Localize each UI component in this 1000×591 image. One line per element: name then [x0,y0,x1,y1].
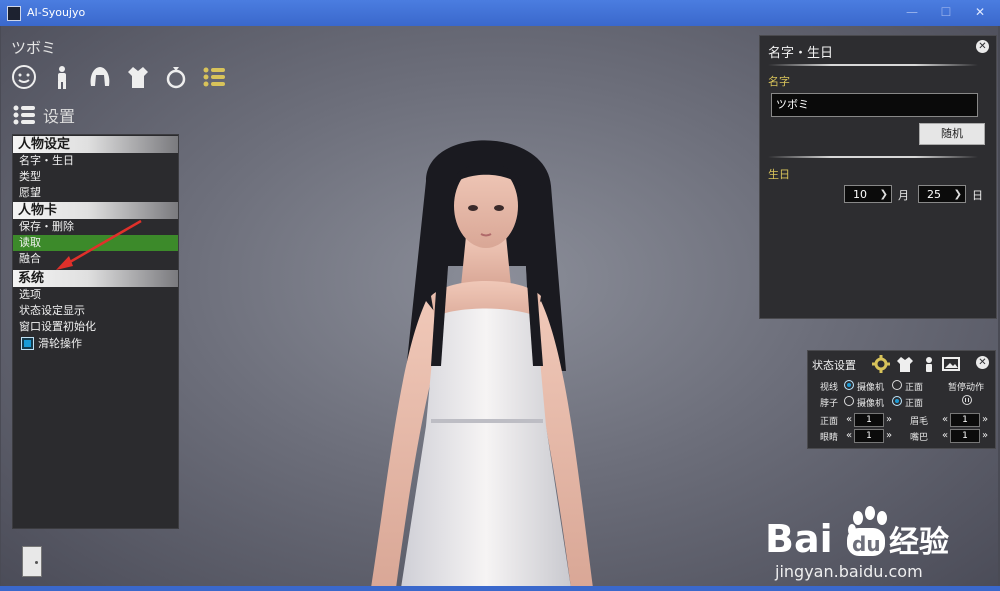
random-name-button[interactable]: 随机 [919,123,985,145]
minimize-button[interactable]: — [902,4,922,20]
eyes-stepper[interactable]: « 1 » [844,428,894,443]
month-unit: 月 [898,189,909,202]
menu-item-status-display[interactable]: 状态设定显示 [13,303,178,319]
status-settings-panel: 状态设置 ✕ 视线 摄像机 正面 暂停动作 脖子 摄像机 正面 正面 « 1 »… [807,350,996,449]
window-title: AI-Syoujyo [27,6,86,19]
month-value: 10 [853,188,867,201]
mouth-value: 1 [950,428,980,443]
day-unit: 日 [972,189,983,202]
close-window-button[interactable]: ✕ [970,4,990,20]
mouth-stepper[interactable]: « 1 » [940,428,990,443]
gaze-camera-label: 摄像机 [857,383,885,393]
baidu-logo: Bai du 经验 [765,506,949,561]
name-birthday-panel: 名字・生日 ✕ 名字 随机 生日 10 ❯ 月 25 ❯ 日 [759,35,997,319]
eyebrow-label: 眉毛 [910,417,929,427]
exit-door-icon[interactable] [22,546,42,577]
eyebrow-value: 1 [950,412,980,427]
eyes-label: 眼睛 [820,433,839,443]
scroll-wheel-checkbox[interactable] [21,336,34,350]
chevron-right-icon[interactable]: » [884,430,894,441]
app-icon [7,6,21,21]
neck-front-radio[interactable] [892,396,902,406]
chevron-right-icon[interactable]: » [980,430,990,441]
group-header-character-card: 人物卡 [13,202,178,219]
neck-label: 脖子 [820,399,839,409]
watermark-url: jingyan.baidu.com [775,562,923,581]
mouth-label: 嘴巴 [910,433,929,443]
body-icon[interactable] [48,63,76,91]
gaze-front-label: 正面 [905,383,924,393]
name-input[interactable] [771,93,978,117]
close-status-panel-icon[interactable]: ✕ [976,356,989,369]
baidu-watermark: Bai du 经验 jingyan.baidu.com [763,504,968,588]
scroll-wheel-label: 滑轮操作 [38,337,82,350]
front-label: 正面 [820,417,839,427]
section-title: 设置 [43,107,76,126]
group-header-character-settings: 人物设定 [13,136,178,153]
chevron-right-icon[interactable]: » [980,414,990,425]
chevron-down-icon: ❯ [879,189,888,200]
name-panel-title: 名字・生日 [768,46,834,61]
settings-menu-panel: 人物设定 名字・生日 类型 愿望 人物卡 保存・删除 读取 融合 系统 选项 状… [12,134,179,529]
background-image-icon[interactable] [942,355,960,373]
scroll-wheel-toggle[interactable]: 滑轮操作 [13,335,178,351]
front-value: 1 [854,412,884,427]
clothes-icon[interactable] [896,355,914,373]
svg-text:经验: 经验 [889,525,949,560]
character-model [371,140,593,588]
chevron-left-icon[interactable]: « [844,414,854,425]
clothes-icon[interactable] [124,63,152,91]
gaze-label: 视线 [820,383,839,393]
chevron-right-icon[interactable]: » [884,414,894,425]
chevron-down-icon: ❯ [953,189,962,200]
title-bar: AI-Syoujyo — ☐ ✕ [0,0,1000,26]
close-name-panel-icon[interactable]: ✕ [976,40,989,53]
settings-list-icon[interactable] [200,63,228,91]
day-select[interactable]: 25 ❯ [918,185,966,203]
chevron-left-icon[interactable]: « [940,430,950,441]
month-select[interactable]: 10 ❯ [844,185,892,203]
game-window: AI-Syoujyo — ☐ ✕ ツボミ 设置 人物设定 名字・生日 类型 愿望… [0,0,1000,591]
maximize-button[interactable]: ☐ [936,4,956,20]
birthday-label: 生日 [768,168,790,181]
menu-item-options[interactable]: 选项 [13,287,178,303]
front-stepper[interactable]: « 1 » [844,412,894,427]
face-icon[interactable] [10,63,38,91]
day-value: 25 [927,188,941,201]
chevron-left-icon[interactable]: « [940,414,950,425]
chevron-left-icon[interactable]: « [844,430,854,441]
status-panel-title: 状态设置 [812,359,856,372]
neck-camera-label: 摄像机 [857,399,885,409]
accessory-icon[interactable] [162,63,190,91]
eyes-value: 1 [854,428,884,443]
svg-text:du: du [852,532,881,556]
gaze-front-radio[interactable] [892,380,902,390]
menu-item-wish[interactable]: 愿望 [13,185,178,201]
menu-item-window-reset[interactable]: 窗口设置初始化 [13,319,178,335]
section-header: 设置 [11,102,75,128]
window-bottom-border [0,586,1000,591]
pause-motion-label: 暂停动作 [948,383,985,393]
divider [768,156,978,158]
red-arrow-annotation [56,219,142,270]
menu-item-type[interactable]: 类型 [13,169,178,185]
neck-camera-radio[interactable] [844,396,854,406]
gaze-camera-radio[interactable] [844,380,854,390]
gear-icon[interactable] [872,355,890,373]
character-name: ツボミ [11,39,57,57]
neck-front-label: 正面 [905,399,924,409]
list-icon [13,105,35,125]
menu-item-name-birthday[interactable]: 名字・生日 [13,153,178,169]
eyebrow-stepper[interactable]: « 1 » [940,412,990,427]
pause-icon[interactable] [962,395,972,405]
name-label: 名字 [768,75,790,88]
hair-icon[interactable] [86,63,114,91]
svg-text:Bai: Bai [765,517,833,561]
accessory-icon[interactable] [920,355,938,373]
character-scene[interactable]: ツボミ 设置 人物设定 名字・生日 类型 愿望 人物卡 保存・删除 读取 融合 … [1,26,998,588]
divider [768,64,978,66]
category-toolbar [10,63,228,91]
